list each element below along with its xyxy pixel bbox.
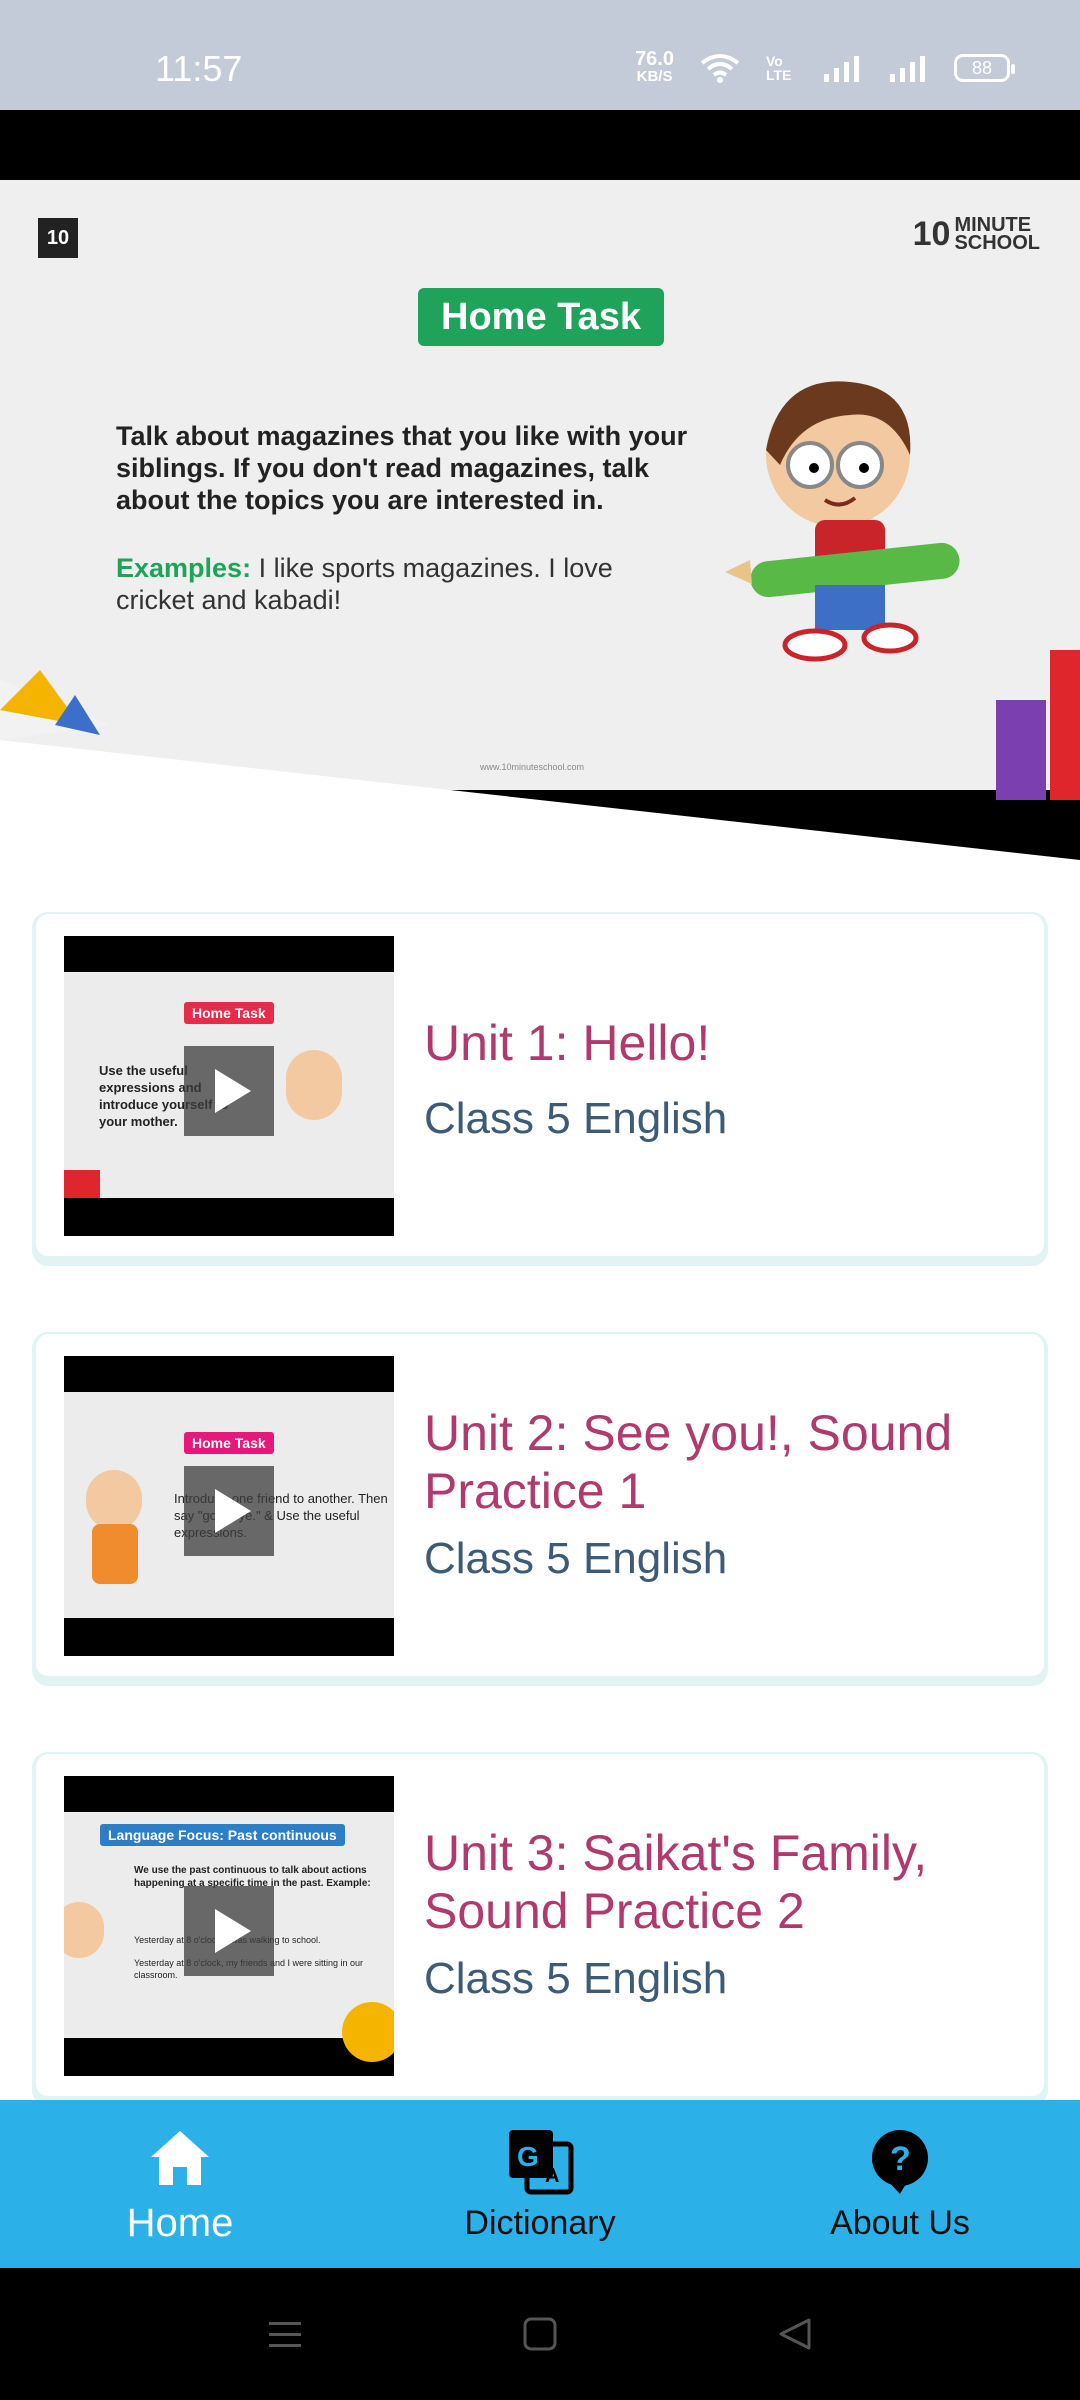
menu-icon[interactable]	[265, 2314, 305, 2354]
lesson-thumbnail[interactable]: Home Task Introduce one friend to anothe…	[64, 1356, 394, 1656]
home-icon	[151, 2130, 209, 2185]
network-speed: 76.0 KB/S	[635, 48, 674, 85]
svg-text:A: A	[545, 2165, 559, 2187]
thumbnail-pill: Language Focus: Past continuous	[100, 1824, 345, 1846]
svg-text:G: G	[517, 2141, 539, 2172]
lesson-subtitle: Class 5 English	[424, 1094, 728, 1143]
status-icons: 76.0 KB/S Vo LTE 88	[635, 48, 1015, 86]
status-bar: 11:57 76.0 KB/S Vo LTE 88	[0, 0, 1080, 110]
play-icon	[215, 1489, 251, 1533]
signal-icon-2	[890, 56, 925, 82]
bottom-navigation: Home G A Dictionary ? About Us	[0, 2100, 1080, 2268]
signal-icon	[824, 56, 859, 82]
thumbnail-pill: Home Task	[184, 1432, 274, 1454]
lesson-card[interactable]: Home Task Use the useful expressions and…	[32, 912, 1048, 1260]
play-icon	[215, 1069, 251, 1113]
nav-dictionary-label: Dictionary	[464, 2203, 616, 2242]
svg-text:?: ?	[890, 2140, 911, 2178]
volte-icon: Vo LTE	[766, 53, 792, 83]
lesson-card[interactable]: Language Focus: Past continuous We use t…	[32, 1752, 1048, 2100]
help-icon: ?	[872, 2129, 928, 2194]
thumbnail-cartoon	[64, 1902, 104, 1958]
play-button[interactable]	[184, 1466, 274, 1556]
lesson-subtitle: Class 5 English	[424, 1954, 728, 2003]
back-icon[interactable]	[775, 2314, 815, 2354]
nav-about-label: About Us	[830, 2203, 970, 2242]
nav-home-label: Home	[126, 2200, 234, 2245]
banner-video[interactable]: 10 10 MINUTE SCHOOL Home Task Talk about …	[0, 180, 1080, 860]
lesson-title: Unit 3: Saikat's Family, Sound Practice …	[424, 1825, 928, 1939]
lesson-thumbnail[interactable]: Language Focus: Past continuous We use t…	[64, 1776, 394, 2076]
lesson-subtitle: Class 5 English	[424, 1534, 728, 1583]
thumbnail-cartoon	[286, 1050, 342, 1120]
translate-icon: G A	[509, 2129, 574, 2194]
battery-icon: 88	[954, 54, 1015, 82]
thumbnail-cartoon	[86, 1470, 142, 1530]
thumbnail-decoration	[64, 1170, 100, 1198]
banner-diagonal-shape	[0, 650, 1080, 860]
play-button[interactable]	[184, 1046, 274, 1136]
lesson-title: Unit 2: See you!, Sound Practice 1	[424, 1405, 953, 1519]
nav-about[interactable]: ? About Us	[720, 2100, 1080, 2268]
nav-dictionary[interactable]: G A Dictionary	[360, 2100, 720, 2268]
wifi-icon	[700, 54, 740, 83]
nav-home[interactable]: Home	[0, 2100, 360, 2268]
play-icon	[215, 1909, 251, 1953]
lesson-title: Unit 1: Hello!	[424, 1015, 711, 1071]
video-top-strip	[0, 110, 1080, 180]
lesson-card[interactable]: Home Task Introduce one friend to anothe…	[32, 1332, 1048, 1680]
thumbnail-cartoon-body	[92, 1524, 138, 1584]
thumbnail-decoration	[342, 2002, 394, 2062]
play-button[interactable]	[184, 1886, 274, 1976]
lesson-thumbnail[interactable]: Home Task Use the useful expressions and…	[64, 936, 394, 1236]
status-time: 11:57	[155, 48, 243, 89]
thumbnail-pill: Home Task	[184, 1002, 274, 1024]
home-square-icon[interactable]	[520, 2314, 560, 2354]
system-navigation-bar	[0, 2268, 1080, 2400]
